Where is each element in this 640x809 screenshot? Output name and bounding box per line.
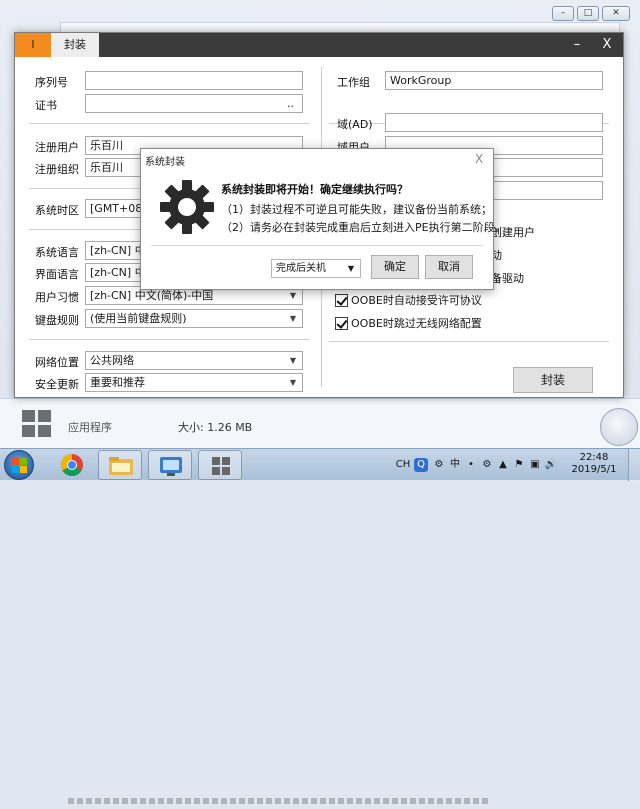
security-update-select[interactable]: 重要和推荐 ▼ xyxy=(85,373,303,392)
chrome-icon xyxy=(61,454,83,476)
dialog-title: 系统封装 xyxy=(145,157,185,168)
domain-field[interactable] xyxy=(385,113,603,132)
control-panel-icon xyxy=(160,457,182,476)
oobe-license-option[interactable]: OOBE时自动接受许可协议 xyxy=(335,292,482,308)
keyboard-select[interactable]: (使用当前键盘规则) ▼ xyxy=(85,309,303,328)
timezone-label: 系统时区 xyxy=(35,204,79,217)
app-tiles-icon xyxy=(212,457,230,475)
dialog-headline: 系统封装即将开始！确定继续执行吗？ xyxy=(221,183,408,196)
tray-app-icon[interactable]: Q xyxy=(414,458,428,472)
app-tiles-icon xyxy=(22,410,52,438)
domain-label: 域(AD) xyxy=(337,118,373,131)
action-center-flag-icon[interactable]: ⚑ xyxy=(512,458,526,472)
tray-expand-icon[interactable]: ▲ xyxy=(496,458,510,472)
after-action-value: 完成后关机 xyxy=(276,263,326,274)
network-icon[interactable]: ▣ xyxy=(528,458,542,472)
serial-label: 序列号 xyxy=(35,76,68,89)
oobe-wireless-label: OOBE时跳过无线网络配置 xyxy=(351,317,482,330)
cert-browse-button[interactable]: .. xyxy=(287,95,294,112)
workgroup-label: 工作组 xyxy=(337,76,370,89)
oobe-license-label: OOBE时自动接受许可协议 xyxy=(351,294,482,307)
oobe-wireless-option[interactable]: OOBE时跳过无线网络配置 xyxy=(335,315,482,331)
tab-package[interactable]: 封装 xyxy=(51,33,99,57)
security-update-value: 重要和推荐 xyxy=(90,376,145,389)
divider xyxy=(329,341,609,342)
after-action-select[interactable]: 完成后关机 ▼ xyxy=(271,259,361,278)
oobe-wireless-checkbox[interactable] xyxy=(335,316,348,330)
bg-maximize-button[interactable]: □ xyxy=(577,6,599,21)
user-habit-value: [zh-CN] 中文(简体)-中国 xyxy=(90,289,214,302)
taskbar: CH Q ⚙ 中 • ⚙ ▲ ⚑ ▣ 🔊 22:48 2019/5/1 xyxy=(0,448,640,481)
package-button[interactable]: 封装 xyxy=(513,367,593,393)
reg-org-label: 注册组织 xyxy=(35,163,79,176)
dialog-divider xyxy=(151,245,483,246)
tray-settings-icon[interactable]: ⚙ xyxy=(480,458,494,472)
app-logo: I xyxy=(15,33,51,57)
divider xyxy=(29,123,309,124)
bg-minimize-button[interactable]: – xyxy=(552,6,574,21)
close-button[interactable]: X xyxy=(593,33,621,57)
chevron-down-icon: ▼ xyxy=(289,378,296,387)
chevron-down-icon: ▼ xyxy=(347,264,354,273)
gear-icon xyxy=(160,180,214,234)
bg-file-type: 应用程序 xyxy=(68,421,112,434)
net-location-label: 网络位置 xyxy=(35,356,79,369)
clock-time: 22:48 xyxy=(579,452,609,463)
serial-field[interactable] xyxy=(85,71,303,90)
taskbar-package-tool[interactable] xyxy=(198,450,242,480)
workgroup-field[interactable]: WorkGroup xyxy=(385,71,603,90)
clock[interactable]: 22:48 2019/5/1 xyxy=(566,452,622,476)
option-backup-driver-label: 备驱动 xyxy=(491,272,524,285)
dialog-line-1: （1）封装过程不可逆且可能失败，建议备份当前系统； xyxy=(221,203,492,216)
volume-icon[interactable]: 🔊 xyxy=(544,458,558,472)
security-update-label: 安全更新 xyxy=(35,378,79,391)
keyboard-label: 键盘规则 xyxy=(35,314,79,327)
cert-label: 证书 xyxy=(35,99,57,112)
keyboard-tray-icon[interactable]: ⚙ xyxy=(432,458,446,472)
chevron-down-icon: ▼ xyxy=(289,314,296,323)
net-location-value: 公共网络 xyxy=(90,354,134,367)
cert-field[interactable]: .. xyxy=(85,94,303,113)
reg-user-label: 注册用户 xyxy=(35,141,79,154)
keyboard-value: (使用当前键盘规则) xyxy=(90,312,187,325)
taskbar-chrome[interactable] xyxy=(50,450,94,480)
bg-close-button[interactable]: ✕ xyxy=(602,6,630,21)
dialog-close-button[interactable]: X xyxy=(475,152,483,166)
explorer-folder-icon xyxy=(109,457,133,475)
taskbar-control-panel[interactable] xyxy=(148,450,192,480)
robot-assistant-icon[interactable] xyxy=(600,408,638,446)
net-location-select[interactable]: 公共网络 ▼ xyxy=(85,351,303,370)
taskbar-explorer[interactable] xyxy=(98,450,142,480)
confirm-dialog: 系统封装 X 系统封装即将开始！确定继续执行吗？ （1）封装过程不可逆且可能失败… xyxy=(140,148,506,290)
bg-file-name-cutoff xyxy=(68,798,488,809)
show-desktop-button[interactable] xyxy=(628,449,640,481)
windows-start-icon[interactable] xyxy=(4,450,34,480)
title-bar: I 封装 – X xyxy=(15,33,623,57)
ime-label[interactable]: CH xyxy=(394,458,412,472)
divider xyxy=(29,339,309,340)
oobe-license-checkbox[interactable] xyxy=(335,293,348,307)
cancel-button[interactable]: 取消 xyxy=(425,255,473,279)
background-window-controls: – □ ✕ xyxy=(552,6,630,21)
ime-mode-icon[interactable]: 中 xyxy=(448,458,462,472)
punctuation-icon[interactable]: • xyxy=(464,458,478,472)
bg-file-size: 大小: 1.26 MB xyxy=(178,421,253,434)
dialog-line-2: （2）请务必在封装完成重启后立刻进入PE执行第二阶段。 xyxy=(221,221,506,234)
clock-date: 2019/5/1 xyxy=(571,464,617,475)
sys-lang-label: 系统语言 xyxy=(35,246,79,259)
chevron-down-icon: ▼ xyxy=(289,356,296,365)
user-habit-label: 用户习惯 xyxy=(35,291,79,304)
minimize-button[interactable]: – xyxy=(563,33,591,57)
confirm-button[interactable]: 确定 xyxy=(371,255,419,279)
ui-lang-label: 界面语言 xyxy=(35,268,79,281)
